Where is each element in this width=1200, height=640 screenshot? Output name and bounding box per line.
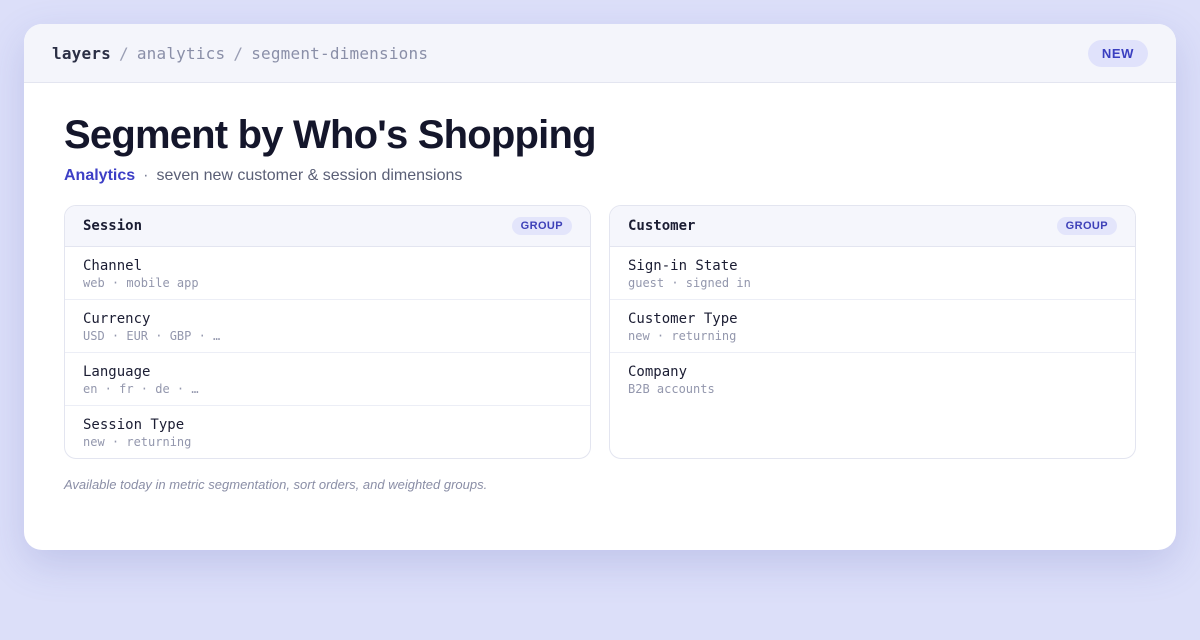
page-title: Segment by Who's Shopping	[64, 113, 597, 157]
main-content: Segment by Who's Shopping Analytics · seve…	[24, 113, 1176, 492]
dimension-name: Language	[83, 364, 151, 380]
changelog-card: layers / analytics / segment-dimensions NEW …	[24, 24, 1176, 550]
footnote: Available today in metric segmentation, …	[64, 477, 488, 492]
dimension-row: Language en · fr · de · …	[65, 353, 590, 406]
dimension-name: Customer Type	[628, 311, 738, 327]
dimension-name: Currency	[83, 311, 151, 327]
dimension-row: Session Type new · returning	[65, 406, 590, 458]
dimension-name: Sign-in State	[628, 258, 738, 274]
dimension-row: Channel web · mobile app	[65, 247, 590, 300]
group-session: Session GROUP Channel web · mobile app C…	[64, 205, 591, 459]
dimension-row: Sign-in State guest · signed in	[610, 247, 1135, 300]
group-header: Session GROUP	[65, 206, 590, 247]
subtitle-separator: ·	[143, 167, 149, 184]
breadcrumb-separator: /	[119, 43, 129, 63]
dimension-name: Channel	[83, 258, 143, 274]
breadcrumb-page: segment-dimensions	[251, 43, 429, 63]
dimension-values: USD · EUR · GBP · …	[83, 329, 221, 343]
breadcrumb-separator: /	[233, 43, 244, 63]
dimension-values: guest · signed in	[628, 276, 751, 290]
dimension-row: Currency USD · EUR · GBP · …	[65, 300, 590, 353]
breadcrumb: layers / analytics / segment-dimensions	[52, 44, 428, 63]
dimension-values: web · mobile app	[83, 276, 199, 290]
top-bar: layers / analytics / segment-dimensions NEW	[24, 24, 1176, 83]
dimension-name: Company	[628, 364, 688, 380]
group-customer: Customer GROUP Sign-in State guest · sig…	[609, 205, 1136, 459]
group-title: Customer	[628, 218, 696, 234]
dimension-groups: Session GROUP Channel web · mobile app C…	[64, 205, 1136, 459]
breadcrumb-root[interactable]: layers	[52, 44, 111, 63]
dimension-values: B2B accounts	[628, 382, 715, 396]
group-tag: GROUP	[1056, 217, 1117, 235]
new-badge: NEW	[1087, 39, 1148, 67]
dimension-row: Company B2B accounts	[610, 353, 1135, 406]
dimension-values: new · returning	[83, 435, 192, 449]
group-tag: GROUP	[511, 217, 572, 235]
page-subtitle: Analytics · seven new customer & session d…	[64, 167, 1136, 185]
dimension-name: Session Type	[83, 417, 185, 433]
group-title: Session	[83, 218, 143, 234]
subtitle-text: seven new customer & session dimensions	[156, 167, 463, 184]
dimension-values: en · fr · de · …	[83, 382, 199, 396]
dimension-values: new · returning	[628, 329, 737, 343]
category-link[interactable]: Analytics	[64, 167, 135, 184]
group-header: Customer GROUP	[610, 206, 1135, 247]
dimension-row: Customer Type new · returning	[610, 300, 1135, 353]
breadcrumb-section[interactable]: analytics	[137, 44, 226, 63]
